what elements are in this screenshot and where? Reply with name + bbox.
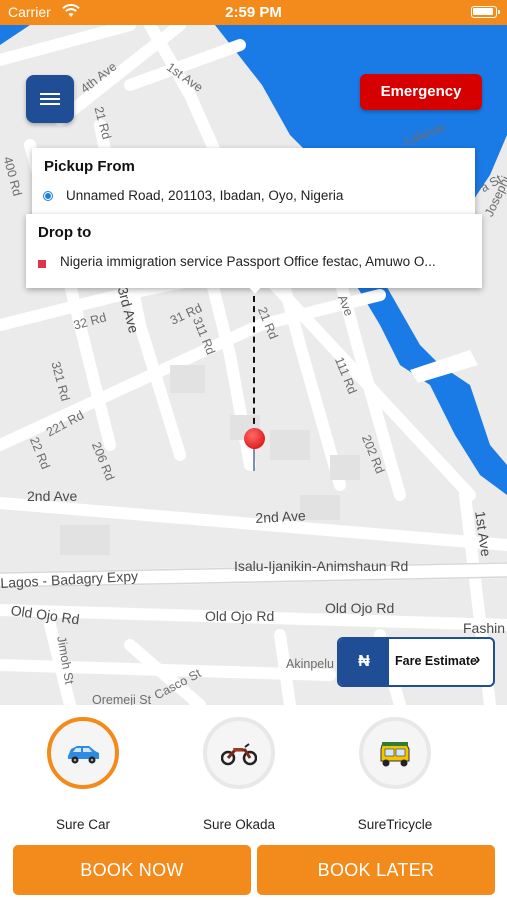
status-bar: Carrier 2:59 PM [0,0,507,25]
route-dashed-line [253,296,255,434]
map-label: 2nd Ave [27,488,78,504]
emergency-button[interactable]: Emergency [360,74,482,110]
car-icon [68,746,99,764]
naira-icon: ₦ [339,639,389,685]
pickup-address: Unnamed Road, 201103, Ibadan, Oyo, Niger… [66,188,344,203]
vehicle-panel: Sure Car Sure Okada SureTricycle BOOK NO… [0,705,507,900]
book-now-button[interactable]: BOOK NOW [13,845,251,895]
hamburger-icon [40,93,60,95]
book-later-button[interactable]: BOOK LATER [257,845,495,895]
motorcycle-icon [221,743,257,766]
map-label: Oremeji St [92,693,152,705]
drop-card[interactable]: Drop to Nigeria immigration service Pass… [26,214,482,288]
vehicle-circle[interactable] [359,717,431,789]
pin-stem [253,447,255,471]
map-label: Old Ojo Rd [205,608,275,624]
vehicle-circle-selected[interactable] [47,717,119,789]
vehicle-circle[interactable] [203,717,275,789]
battery-icon [471,6,500,18]
map-label: Isalu-Ijanikin-Animshaun Rd [234,558,409,574]
clock-time: 2:59 PM [225,4,282,21]
drop-address: Nigeria immigration service Passport Off… [60,254,436,269]
card-pointer [246,284,264,294]
fare-estimate-label: Fare Estimate [395,654,477,668]
hamburger-icon-line [40,103,60,105]
pickup-dot-icon [44,192,52,200]
pickup-title: Pickup From [44,158,135,175]
map-label: Old Ojo Rd [325,600,395,616]
vehicle-label: Sure Okada [202,817,276,832]
chevron-right-icon: › [475,651,481,668]
drop-square-icon [38,260,46,268]
hamburger-icon-line [40,98,60,100]
vehicle-label: Sure Car [55,817,111,832]
pickup-card[interactable]: Pickup From Unnamed Road, 201103, Ibadan… [32,148,475,218]
tricycle-icon [380,742,410,767]
vehicle-label: SureTricycle [357,817,433,832]
map-label: 2nd Ave [255,507,307,526]
map-label: Fashin [463,620,506,636]
fare-estimate-button[interactable]: ₦ Fare Estimate › [337,637,495,687]
menu-button[interactable] [26,75,74,123]
location-pin-icon[interactable] [244,428,265,449]
drop-title: Drop to [38,224,92,241]
